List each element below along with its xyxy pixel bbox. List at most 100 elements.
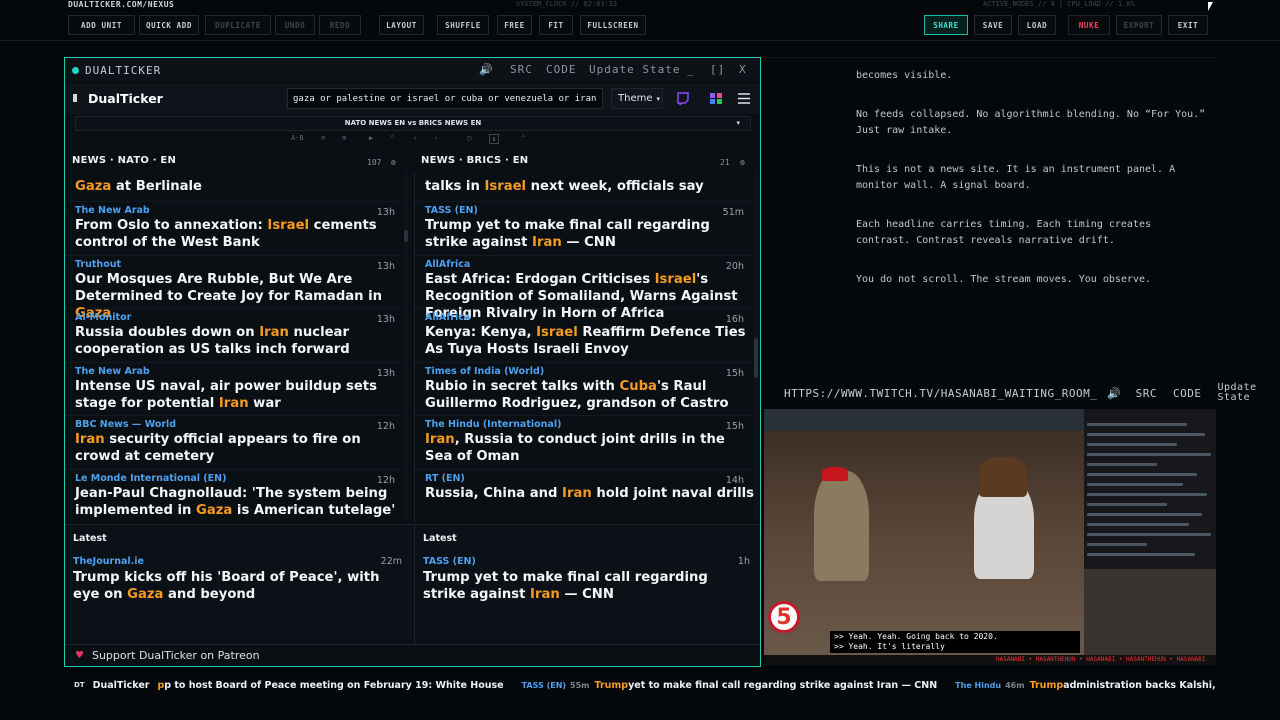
feed-item[interactable]: TASS (EN) 51m Trump yet to make final call…: [415, 202, 754, 256]
headline-text: talks in: [425, 179, 485, 194]
item-headline[interactable]: Trump yet to make final call regarding s…: [425, 217, 754, 251]
update-state-button[interactable]: Update State: [1217, 383, 1256, 403]
ab-toggle-button[interactable]: A·B: [291, 134, 304, 142]
shuffle-button[interactable]: SHUFFLE: [437, 15, 489, 35]
left-feed-list[interactable]: Gaza at Berlinale The New Arab 13h From Osl…: [65, 172, 405, 522]
code-button[interactable]: CODE: [1173, 387, 1202, 400]
collapse-icon[interactable]: ⌃: [521, 134, 525, 142]
scroll-top-icon[interactable]: ⌃: [390, 134, 394, 142]
ticker-item[interactable]: p to host Board of Peace meeting on Febr…: [164, 680, 503, 691]
fullscreen-button[interactable]: FULLSCREEN: [580, 15, 646, 35]
window-titlebar[interactable]: DUALTICKER 🔊 SRC CODE Update State _ [] …: [65, 58, 760, 82]
src-button[interactable]: SRC: [510, 63, 533, 76]
feed-item[interactable]: The New Arab 13h From Oslo to annexation: …: [65, 202, 405, 256]
item-headline[interactable]: From Oslo to annexation: Israel cements …: [75, 217, 405, 251]
zoom-out-icon[interactable]: ⊖: [321, 134, 325, 142]
left-item-count: 107: [367, 158, 382, 167]
save-button[interactable]: SAVE: [974, 15, 1012, 35]
code-button[interactable]: CODE: [546, 63, 577, 76]
close-button[interactable]: X: [739, 63, 747, 76]
support-label: Support DualTicker on Patreon: [91, 649, 260, 662]
twitch-stream-embed[interactable]: 5 >> Yeah. Yeah. Going back to 2020. >> Y…: [764, 409, 1216, 665]
menu-icon[interactable]: [737, 92, 751, 105]
minimize-button[interactable]: _: [687, 63, 695, 76]
feed-item[interactable]: talks in Israel next week, officials say: [415, 172, 754, 202]
feed-item[interactable]: The New Arab 13h Intense US naval, air pow…: [65, 363, 405, 416]
item-headline[interactable]: Gaza at Berlinale: [75, 178, 405, 195]
fit-button[interactable]: FIT: [539, 15, 573, 35]
twitch-icon[interactable]: [676, 92, 690, 105]
export-button[interactable]: EXPORT: [1116, 15, 1162, 35]
item-headline[interactable]: Jean-Paul Chagnollaud: 'The system being…: [75, 485, 405, 519]
twitch-window-titlebar[interactable]: HTTPS://WWW.TWITCH.TV/HASANABI_WAITING_R…: [768, 381, 1256, 405]
theme-dropdown[interactable]: Theme ▾: [611, 88, 663, 109]
left-scrollbar[interactable]: [404, 172, 408, 522]
right-feed-list[interactable]: talks in Israel next week, officials say…: [414, 172, 754, 522]
manifesto-paragraph: Each headline carries timing. Each timin…: [856, 219, 1152, 246]
quick-add-button[interactable]: QUICK ADD: [139, 15, 199, 35]
zoom-in-icon[interactable]: ⊕: [342, 134, 346, 142]
bottom-news-ticker[interactable]: DT DualTicker p p to host Board of Peace…: [64, 674, 1216, 696]
prev-icon[interactable]: ‹: [413, 134, 417, 142]
feed-selector[interactable]: NATO NEWS EN vs BRICS NEWS EN ▾: [75, 116, 751, 131]
feed-item[interactable]: AllAfrica 16h Kenya: Kenya, Israel Reaffir…: [415, 309, 754, 363]
feed-item[interactable]: Gaza at Berlinale: [65, 172, 405, 202]
gear-icon[interactable]: ⚙: [391, 158, 396, 167]
feed-item[interactable]: Le Monde International (EN) 12h Jean-Paul …: [65, 470, 405, 523]
download-icon[interactable]: ⇩: [489, 134, 500, 144]
latest-right-panel[interactable]: Latest TASS (EN) 1h Trump yet to make fi…: [414, 524, 760, 644]
right-scroll-thumb[interactable]: [754, 338, 758, 378]
item-headline[interactable]: talks in Israel next week, officials say: [425, 178, 754, 195]
item-headline[interactable]: Russia, China and Iran hold joint naval …: [425, 485, 754, 502]
load-button[interactable]: LOAD: [1018, 15, 1056, 35]
nuke-button[interactable]: NUKE: [1068, 15, 1110, 35]
redo-button[interactable]: REDO: [319, 15, 361, 35]
next-icon[interactable]: ›: [434, 134, 438, 142]
src-button[interactable]: SRC: [1136, 387, 1157, 400]
add-unit-button[interactable]: ADD UNIT: [68, 15, 135, 35]
duplicate-button[interactable]: DUPLICATE: [205, 15, 271, 35]
item-headline[interactable]: Intense US naval, air power buildup sets…: [75, 378, 405, 412]
update-state-button[interactable]: Update State: [589, 63, 680, 76]
exit-button[interactable]: EXIT: [1168, 15, 1208, 35]
stream-video[interactable]: [764, 431, 1084, 665]
play-icon[interactable]: ▶: [369, 134, 373, 142]
ticker-item[interactable]: administration backs Kalshi, Polymarket …: [1063, 680, 1216, 691]
free-button[interactable]: FREE: [497, 15, 532, 35]
item-source: Le Monde International (EN): [75, 472, 227, 484]
chat-line: [1087, 453, 1211, 456]
latest-age: 1h: [737, 556, 750, 567]
latest-headline[interactable]: Trump kicks off his 'Board of Peace', wi…: [73, 569, 402, 603]
maximize-button[interactable]: []: [710, 63, 725, 76]
frame-icon[interactable]: ▢: [467, 134, 471, 142]
item-headline[interactable]: Russia doubles down on Iran nuclear coop…: [75, 324, 405, 358]
search-input[interactable]: [287, 88, 603, 109]
feed-item[interactable]: RT (EN) 14h Russia, China and Iran hold jo…: [415, 470, 754, 523]
item-headline[interactable]: Kenya: Kenya, Israel Reaffirm Defence Ti…: [425, 324, 754, 358]
speaker-icon[interactable]: 🔊: [1107, 387, 1121, 400]
feed-item[interactable]: The Hindu (International) 15h Iran, Russia…: [415, 416, 754, 470]
feed-item[interactable]: Truthout 13h Our Mosques Are Rubble, But W…: [65, 256, 405, 321]
feed-item[interactable]: Al-Monitor 13h Russia doubles down on Iran…: [65, 309, 405, 363]
speaker-icon[interactable]: 🔊: [479, 63, 494, 76]
ticker-item[interactable]: yet to make final call regarding strike …: [628, 680, 937, 691]
latest-headline[interactable]: Trump yet to make final call regarding s…: [423, 569, 750, 603]
latest-left-panel[interactable]: Latest TheJournal.ie 22m Trump kicks off…: [65, 524, 412, 644]
item-headline[interactable]: Rubio in secret talks with Cuba's Raul G…: [425, 378, 754, 412]
support-patreon-link[interactable]: ♥ Support DualTicker on Patreon: [65, 644, 760, 666]
undo-button[interactable]: UNDO: [275, 15, 315, 35]
feed-item[interactable]: Times of India (World) 15h Rubio in secret…: [415, 363, 754, 416]
feed-item[interactable]: BBC News — World 12h Iran security officia…: [65, 416, 405, 470]
share-button[interactable]: SHARE: [924, 15, 968, 35]
headline-text: hold joint naval drills: [591, 485, 754, 501]
twitch-chat[interactable]: [1084, 409, 1216, 665]
layout-button[interactable]: LAYOUT: [379, 15, 424, 35]
left-scroll-thumb[interactable]: [404, 230, 408, 242]
item-headline[interactable]: Iran, Russia to conduct joint drills in …: [425, 431, 754, 465]
item-headline[interactable]: Iran security official appears to fire o…: [75, 431, 405, 465]
gear-icon[interactable]: ⚙: [740, 158, 745, 167]
grid-view-icon[interactable]: [709, 92, 723, 105]
feed-item[interactable]: AllAfrica 20h East Africa: Erdogan Critici…: [415, 256, 754, 321]
headline-text: Kenya: Kenya,: [425, 325, 537, 340]
right-item-count: 21: [720, 158, 730, 167]
